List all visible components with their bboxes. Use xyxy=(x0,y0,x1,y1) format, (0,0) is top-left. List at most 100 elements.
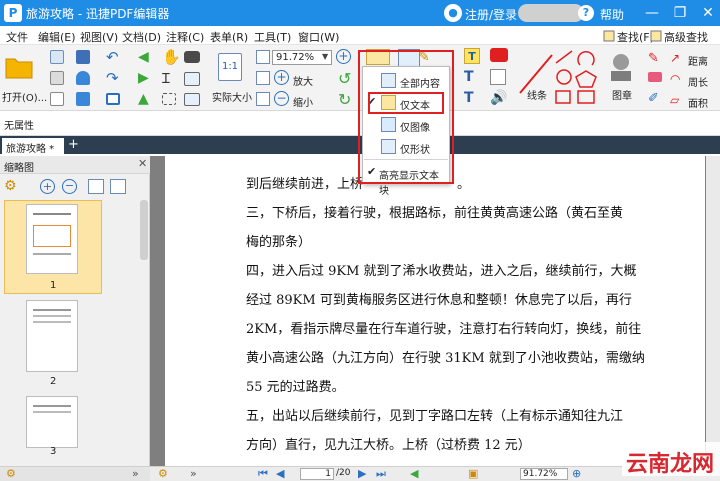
forward-icon[interactable]: ▶ xyxy=(138,70,149,86)
shape-tools-icon[interactable] xyxy=(552,49,602,107)
tab-travel-guide[interactable]: 旅游攻略 * xyxy=(2,138,64,155)
status-zoom-combo[interactable]: 91.72% xyxy=(520,468,568,480)
text-box-icon[interactable]: T xyxy=(464,69,474,85)
select-box-icon[interactable] xyxy=(106,93,120,105)
new-document-icon[interactable] xyxy=(50,50,64,64)
first-page-icon[interactable]: ⏮ xyxy=(258,467,268,481)
advanced-find-button[interactable]: 高级查找 xyxy=(664,29,708,45)
history-back-icon[interactable]: ◀ xyxy=(410,467,418,480)
user-icon[interactable]: ● xyxy=(444,4,462,22)
sidebar-options-gear-icon[interactable]: ⚙ xyxy=(4,178,17,194)
export-icon[interactable] xyxy=(76,92,90,106)
zoom-combo-arrow-icon[interactable]: ▼ xyxy=(322,52,328,61)
close-button[interactable]: ✕ xyxy=(698,3,718,23)
rotate-left-icon[interactable]: ↺ xyxy=(338,69,351,88)
menu-form[interactable]: 表单(R) xyxy=(210,29,248,45)
find-button[interactable]: 查找(F) xyxy=(617,29,654,45)
menu-window[interactable]: 窗口(W) xyxy=(298,29,339,45)
menu-comment[interactable]: 注释(C) xyxy=(166,29,204,45)
hand-tool-icon[interactable]: ✋ xyxy=(162,48,181,66)
minimize-button[interactable]: — xyxy=(642,3,662,23)
save-icon[interactable] xyxy=(76,50,90,64)
actual-size-label[interactable]: 实际大小 xyxy=(212,89,252,104)
open-button-label[interactable]: 打开(O)... xyxy=(2,89,47,104)
help-link[interactable]: 帮助 xyxy=(600,6,624,23)
doc-line: 梅的那条） xyxy=(246,235,312,250)
layout-icon[interactable]: ▣ xyxy=(468,467,478,480)
menu-tools[interactable]: 工具(T) xyxy=(254,29,291,45)
back-icon[interactable]: ◀ xyxy=(138,49,149,65)
sound-icon[interactable]: 🔊 xyxy=(490,90,507,106)
actual-size-icon[interactable]: 1:1 xyxy=(218,53,242,81)
watermark-text: 云南龙网 xyxy=(626,452,715,477)
typewriter-icon[interactable]: T xyxy=(464,48,480,64)
thumbnail-page-2[interactable] xyxy=(26,300,78,372)
highlighter-icon[interactable]: ✎ xyxy=(648,51,659,66)
help-icon[interactable]: ? xyxy=(578,5,594,21)
fit-page-icon[interactable] xyxy=(256,50,270,64)
perimeter-icon[interactable]: ◠ xyxy=(670,72,680,86)
line-tool-label[interactable]: 线条 xyxy=(527,87,547,102)
vertical-scrollbar[interactable] xyxy=(706,156,720,466)
last-page-icon[interactable]: ⏭ xyxy=(376,467,386,481)
share-icon[interactable] xyxy=(76,71,90,85)
eraser-icon[interactable] xyxy=(648,72,662,82)
thumb-rotate-left-icon[interactable] xyxy=(88,179,104,194)
distance-icon[interactable]: ↗ xyxy=(670,51,680,65)
zoom-out-icon[interactable]: − xyxy=(274,91,289,106)
fit-width-icon[interactable] xyxy=(256,71,270,85)
distance-label[interactable]: 距离 xyxy=(688,53,708,68)
find-icon[interactable] xyxy=(603,30,615,42)
print-icon[interactable] xyxy=(50,71,64,85)
next-page-icon[interactable]: ▶ xyxy=(358,467,366,480)
area-label[interactable]: 面积 xyxy=(688,95,708,110)
thumb-zoom-out-icon[interactable]: − xyxy=(62,179,77,194)
attach-file-icon[interactable] xyxy=(490,69,506,85)
rotate-right-icon[interactable]: ↻ xyxy=(338,90,351,109)
menu-view[interactable]: 视图(V) xyxy=(80,29,118,45)
zoom-in-icon[interactable]: + xyxy=(336,49,351,64)
up-icon[interactable]: ▲ xyxy=(138,91,149,107)
redo-icon[interactable]: ↷ xyxy=(106,69,119,87)
zoom-in-label[interactable]: 放大 xyxy=(293,73,313,88)
loupe-icon[interactable] xyxy=(184,93,200,106)
stamp-icon[interactable] xyxy=(606,51,636,85)
login-link[interactable]: 注册/登录 xyxy=(465,6,517,23)
sidebar-footer-gear-icon[interactable]: ⚙ xyxy=(6,467,16,480)
perimeter-label[interactable]: 周长 xyxy=(688,74,708,89)
marquee-icon[interactable] xyxy=(162,93,176,105)
menu-file[interactable]: 文件 xyxy=(6,29,28,45)
thumbnail-page-1[interactable] xyxy=(26,204,78,274)
thumb-rotate-right-icon[interactable] xyxy=(110,179,126,194)
prev-page-icon[interactable]: ◀ xyxy=(276,467,284,480)
menu-document[interactable]: 文档(D) xyxy=(122,29,161,45)
stamp-label[interactable]: 图章 xyxy=(612,87,632,102)
undo-icon[interactable]: ↶ xyxy=(106,48,119,66)
status-options-icon[interactable]: ⚙ xyxy=(158,467,168,480)
sidebar-scrollbar[interactable] xyxy=(140,200,148,260)
pen-icon[interactable]: ✐ xyxy=(648,91,659,106)
zoom-region-icon[interactable] xyxy=(184,72,200,86)
zoom-in-small-icon[interactable]: + xyxy=(274,70,289,85)
advanced-find-icon[interactable] xyxy=(650,30,662,42)
area-icon[interactable]: ▱ xyxy=(670,93,679,107)
sidebar-footer-expand-icon[interactable]: » xyxy=(132,467,139,480)
status-expand-icon[interactable]: » xyxy=(190,467,197,480)
text-cursor-icon[interactable]: Ɪ xyxy=(162,69,170,88)
thumb-zoom-in-icon[interactable]: + xyxy=(40,179,55,194)
zoom-out-label[interactable]: 缩小 xyxy=(293,94,313,109)
open-folder-icon[interactable] xyxy=(4,53,34,81)
thumbnail-page-3[interactable] xyxy=(26,396,78,448)
restore-button[interactable]: ❐ xyxy=(670,3,690,23)
status-zoom-in-icon[interactable]: ⊕ xyxy=(572,467,581,480)
doc-line: 经过 89KM 可到黄梅服务区进行休息和整顿！休息完了以后，再行 xyxy=(246,293,632,308)
menu-edit[interactable]: 编辑(E) xyxy=(38,29,76,45)
fit-visible-icon[interactable] xyxy=(256,92,270,106)
properties-icon[interactable] xyxy=(50,92,64,106)
comment-note-icon[interactable] xyxy=(490,48,508,62)
add-tab-button[interactable]: + xyxy=(68,138,79,152)
page-number-input[interactable]: 1 xyxy=(300,468,334,480)
strikeout-icon[interactable]: T xyxy=(464,90,474,106)
snapshot-camera-icon[interactable] xyxy=(184,51,200,63)
sidebar-close-icon[interactable]: ✕ xyxy=(138,157,147,170)
